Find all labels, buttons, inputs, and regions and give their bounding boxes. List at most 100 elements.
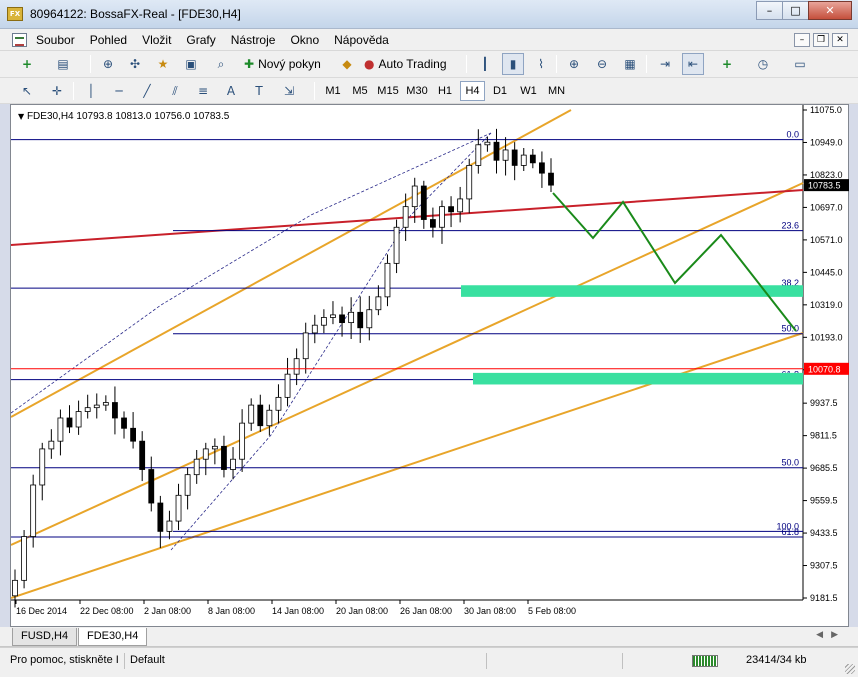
menu-grafy[interactable]: Grafy [186,33,215,47]
equidistant-channel-icon[interactable]: ⫽ [164,80,186,102]
bar-chart-icon[interactable]: ┃ [474,53,496,75]
auto-scroll-icon[interactable]: ⇤ [682,53,704,75]
status-traffic: 23414/34 kb [746,654,807,666]
fib-level-label: 61.8 [781,527,799,537]
metaeditor-icon[interactable]: ◆ [336,53,358,75]
crosshair-icon[interactable]: ✛ [46,80,68,102]
data-window-icon[interactable]: ✣ [124,53,146,75]
chart-header: ▼ FDE30,H4 10793.8 10813.0 10756.0 10783… [18,111,229,122]
minimize-button[interactable]: – [756,1,783,20]
candle-body [348,311,355,324]
current-price-label: 10783.5 [808,181,841,191]
zoom-out-icon[interactable]: ⊖ [591,53,613,75]
status-help: Pro pomoc, stiskněte I [10,654,119,666]
new-chart-icon[interactable]: + [16,53,38,75]
x-tick-label: 22 Dec 08:00 [80,606,134,616]
menu-pohled[interactable]: Pohled [90,33,127,47]
menu-vlozit[interactable]: Vložit [142,33,171,47]
timeframe-h4[interactable]: H4 [460,81,485,101]
chart-menu-arrow-icon[interactable]: ▼ [18,112,24,121]
menu-items: Soubor Pohled Vložit Grafy Nástroje Okno… [36,33,404,47]
fib-helper-line [170,132,492,551]
candle-body [293,358,300,375]
candle-body [357,311,364,329]
menu-nastroje[interactable]: Nástroje [231,33,276,47]
candle-body [12,579,18,597]
menu-napoveda[interactable]: Nápověda [334,33,389,47]
cursor-icon[interactable]: ↖ [16,80,38,102]
candle-body [511,149,518,166]
timeframe-d1[interactable]: D1 [487,81,513,101]
tile-windows-icon[interactable]: ▦ [619,53,641,75]
zoom-in-icon[interactable]: ⊕ [563,53,585,75]
candle-body [548,172,554,186]
app-icon: FX [7,7,23,21]
templates-icon[interactable]: ▭ [789,53,811,75]
mdi-close-button[interactable]: ✕ [832,33,848,47]
price-chart[interactable]: 11075.0 10949.0 10823.0 10697.0 10571.0 10445… [11,105,849,626]
mdi-restore-button[interactable]: ❐ [813,33,829,47]
candle-body [393,226,400,264]
menu-okno[interactable]: Okno [290,33,319,47]
y-tick-label: 10949.0 [810,137,843,147]
profiles-icon[interactable]: ▤ [52,53,74,75]
terminal-icon[interactable]: ▣ [180,53,202,75]
close-button[interactable]: ✕ [808,1,852,20]
timeframe-w1[interactable]: W1 [515,81,542,101]
toolbar-separator [646,55,647,73]
candle-body [230,458,236,470]
candle-body [130,427,137,442]
tab-scroll-arrows-icon[interactable]: ◀▶ [816,630,846,640]
candle-body [502,149,509,161]
candle-body [211,445,218,450]
y-tick-label: 10823.0 [810,170,843,180]
indicators-icon[interactable]: + [716,53,738,75]
resize-grip-icon[interactable] [845,664,855,674]
mdi-controls: – ❐ ✕ [791,33,848,47]
candle-body [266,409,273,427]
candle-body [284,373,291,398]
auto-trading-label: Auto Trading [378,57,447,71]
strategy-tester-icon[interactable]: ⌕ [210,53,232,75]
mdi-minimize-button[interactable]: – [794,33,810,47]
timeframe-m15[interactable]: M15 [374,81,402,101]
menu-soubor[interactable]: Soubor [36,33,75,47]
tab-fde30-h4[interactable]: FDE30,H4 [78,628,148,646]
x-tick-label: 20 Jan 08:00 [336,606,388,616]
candle-body [493,141,500,161]
text-icon[interactable]: A [220,80,242,102]
x-tick-label: 16 Dec 2014 [16,606,67,616]
candlestick-chart-icon[interactable]: ▮ [502,53,524,75]
maximize-button[interactable]: □ [782,1,809,20]
timeframe-mn[interactable]: MN [543,81,570,101]
vertical-line-icon[interactable]: │ [80,80,102,102]
candle-body [257,404,264,427]
tab-fusd-h4[interactable]: FUSD,H4 [12,628,78,646]
text-label-icon[interactable]: T [248,80,270,102]
new-order-button[interactable]: ✚ Nový pokyn [244,53,321,75]
y-tick-label: 10571.0 [810,235,843,245]
auto-trading-icon: ● [364,57,375,71]
horizontal-line-icon[interactable]: ─ [108,80,130,102]
candle-body [75,411,82,428]
line-chart-icon[interactable]: ⌇ [530,53,552,75]
trendline-icon[interactable]: ╱ [136,80,158,102]
fibonacci-icon[interactable]: ≡ [192,80,214,102]
chart-window-icon[interactable] [12,33,27,47]
timeframe-m30[interactable]: M30 [403,81,431,101]
candle-body [475,144,482,166]
chart-shift-icon[interactable]: ⇥ [654,53,676,75]
market-watch-icon[interactable]: ⊕ [97,53,119,75]
candle-body [320,317,327,326]
auto-trading-button[interactable]: ● Auto Trading [364,53,447,75]
candle-body [366,309,373,329]
candle-body [339,314,345,324]
timeframe-h1[interactable]: H1 [432,81,458,101]
window-title: 80964122: BossaFX-Real - [FDE30,H4] [30,7,241,21]
navigator-icon[interactable]: ★ [152,53,174,75]
arrows-icon[interactable]: ⇲ [278,80,300,102]
timeframe-m1[interactable]: M1 [320,81,346,101]
timeframe-m5[interactable]: M5 [347,81,373,101]
candle-body [157,502,164,532]
periods-icon[interactable]: ◷ [752,53,774,75]
